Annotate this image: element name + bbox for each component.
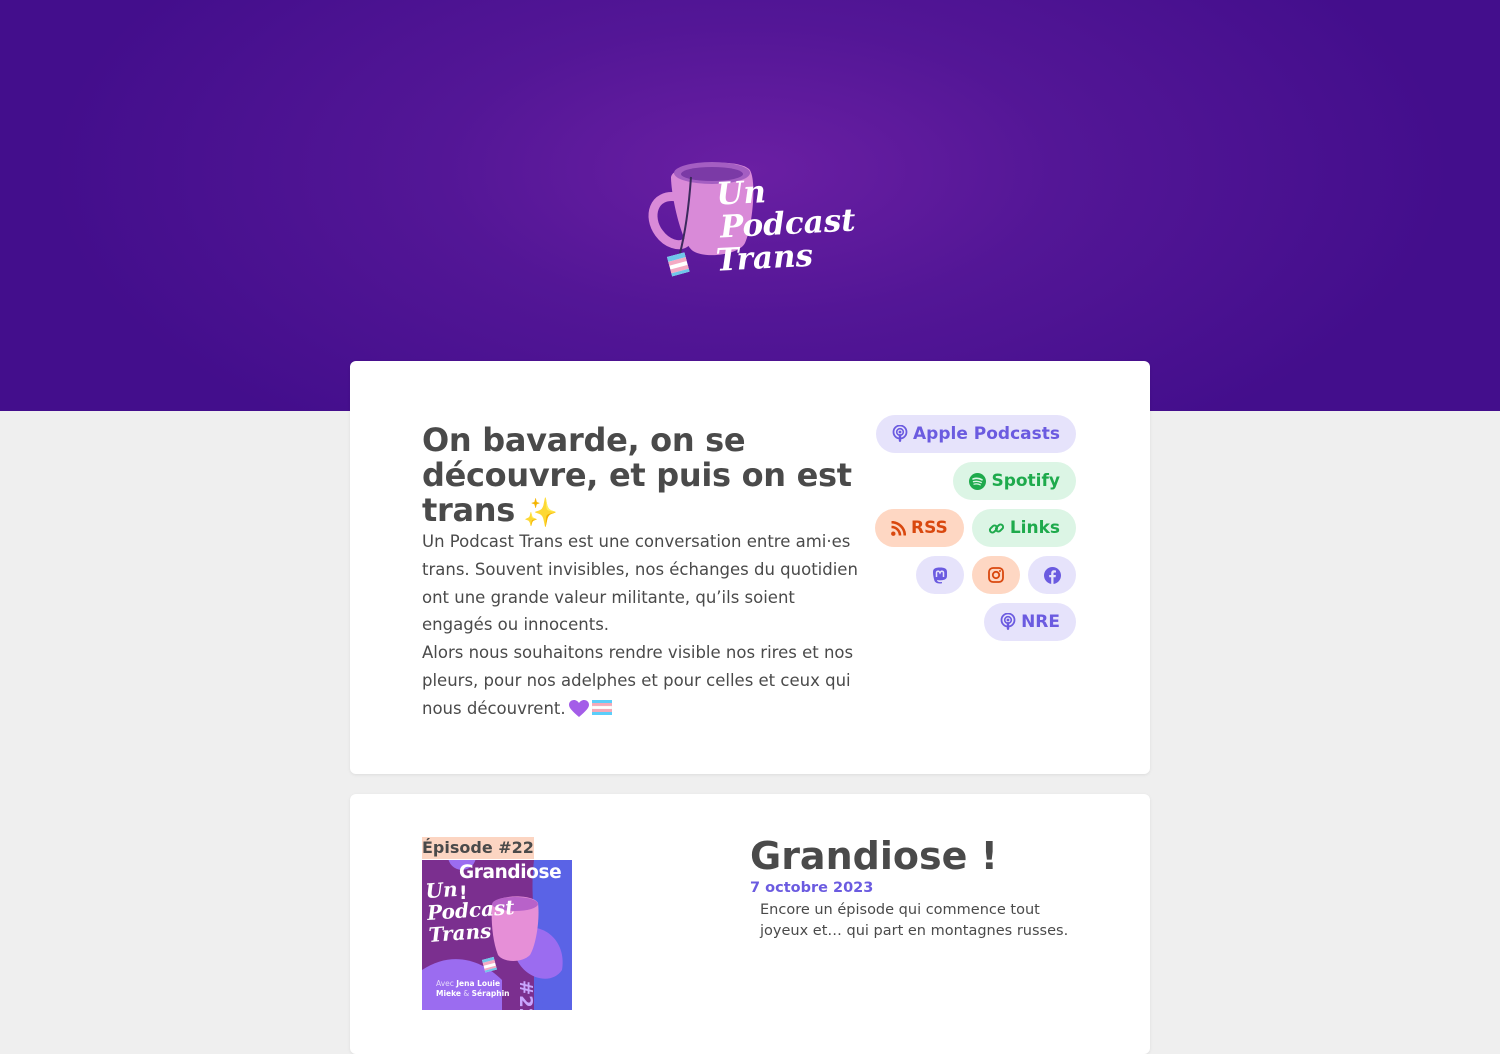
- rss-link[interactable]: RSS: [874, 509, 964, 547]
- episode-cover-image[interactable]: Grandiose ! Un Podcast Trans Avec Jena L…: [422, 860, 572, 1010]
- platform-links: Apple Podcasts Spotify RSS Links NRE: [776, 415, 1076, 641]
- cover-credits-prefix: Avec: [436, 979, 454, 988]
- cover-credits-name-2: Mieke: [436, 988, 461, 998]
- podcast-logo[interactable]: Un Podcast Trans: [645, 155, 856, 290]
- intro-paragraph-2-text: Alors nous souhaitons rendre visible nos…: [422, 643, 854, 718]
- episode-number-label: Épisode #22: [422, 837, 534, 859]
- episode-card[interactable]: Épisode #22 Grandiose ! Un Podcast Trans: [350, 794, 1150, 1054]
- spotify-icon: [969, 472, 987, 490]
- episode-summary: Encore un épisode qui commence tout joye…: [760, 902, 1069, 939]
- spotify-link[interactable]: Spotify: [953, 462, 1076, 500]
- cover-episode-number: #22: [515, 980, 536, 1010]
- facebook-link[interactable]: [1028, 556, 1076, 594]
- cover-credits-separator: &: [463, 988, 470, 998]
- nre-label: NRE: [1021, 612, 1060, 632]
- logo-wordmark: Un Podcast Trans: [715, 171, 859, 279]
- hero-banner: Un Podcast Trans: [0, 0, 1500, 411]
- cover-credits-name-1: Jena Louie: [456, 979, 501, 988]
- sparkles-icon: ✨: [523, 495, 558, 529]
- mastodon-icon: [933, 567, 947, 583]
- intro-paragraph-2: Alors nous souhaitons rendre visible nos…: [422, 639, 862, 722]
- mastodon-link[interactable]: [916, 556, 964, 594]
- apple-podcasts-label: Apple Podcasts: [913, 424, 1060, 444]
- spotify-label: Spotify: [991, 471, 1060, 491]
- trans-flag-icon: [591, 699, 612, 715]
- instagram-link[interactable]: [972, 556, 1020, 594]
- rss-icon: [891, 520, 906, 536]
- apple-podcasts-link[interactable]: Apple Podcasts: [876, 415, 1076, 453]
- rss-label: RSS: [910, 518, 948, 538]
- cover-credits-line-2: Mieke & Séraphin: [436, 989, 510, 999]
- episode-title[interactable]: Grandiose !: [750, 834, 998, 878]
- cover-credits: Avec Jena Louie Mieke & Séraphin: [436, 979, 510, 998]
- nre-link[interactable]: NRE: [984, 603, 1076, 641]
- link-icon: [988, 522, 1004, 534]
- intro-card: On bavarde, on se découvre, et puis on e…: [350, 361, 1150, 774]
- links-label: Links: [1009, 518, 1060, 538]
- instagram-icon: [988, 567, 1004, 583]
- episode-date: 7 octobre 2023: [750, 880, 874, 896]
- cover-credits-name-3: Séraphin: [471, 988, 510, 998]
- links-link[interactable]: Links: [971, 509, 1076, 547]
- cover-logo-wordmark: Un Podcast Trans: [425, 874, 517, 947]
- purple-heart-icon: [568, 699, 589, 717]
- podcast-icon: [892, 425, 908, 442]
- cover-credits-line-1: Avec Jena Louie: [436, 979, 510, 989]
- facebook-icon: [1043, 566, 1061, 584]
- podcast-icon: [1000, 613, 1016, 630]
